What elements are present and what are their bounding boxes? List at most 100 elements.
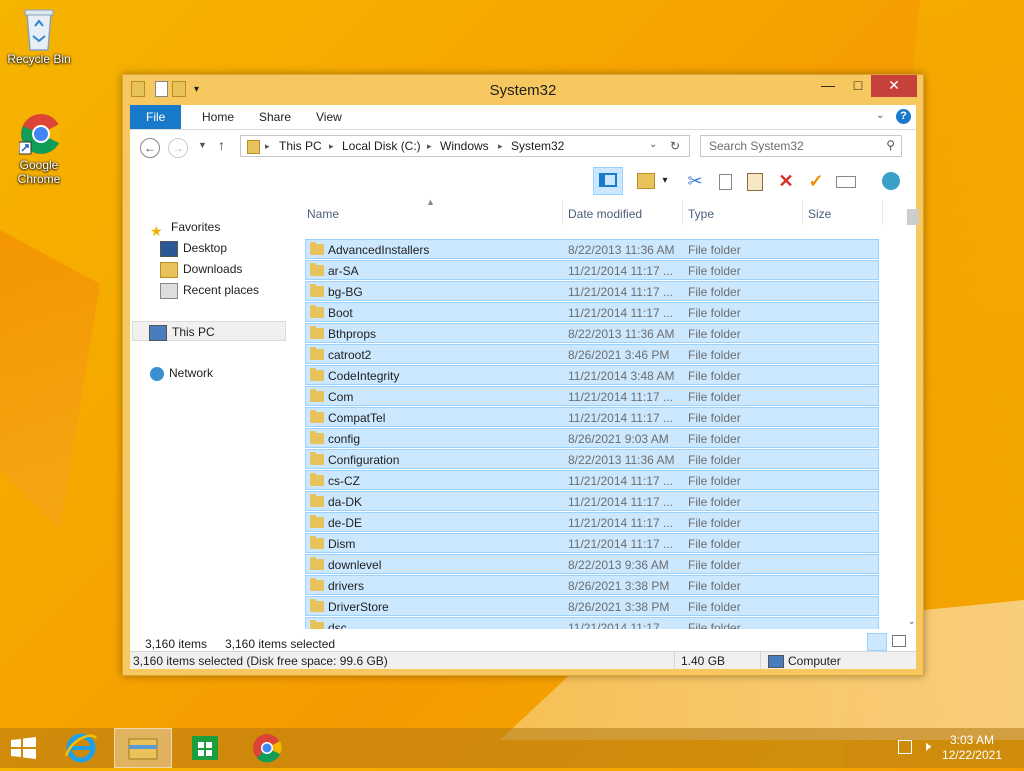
table-row[interactable]: da-DK 11/21/2014 11:17 ... File folder xyxy=(305,491,879,511)
selection-summary: 3,160 items selected (Disk free space: 9… xyxy=(133,654,388,668)
cut-icon[interactable]: ✂ xyxy=(682,169,708,193)
file-date: 11/21/2014 11:17 ... xyxy=(568,621,673,629)
network-tray-icon[interactable] xyxy=(898,740,912,754)
copy-icon[interactable] xyxy=(712,169,738,193)
column-header-size[interactable]: Size xyxy=(808,207,831,221)
tab-file[interactable]: File xyxy=(130,105,182,129)
chevron-right-icon[interactable]: ▸ xyxy=(265,141,270,152)
maximize-button[interactable]: □ xyxy=(843,75,873,97)
title-bar[interactable]: ▾ System32 — □ ✕ xyxy=(123,75,923,105)
table-row[interactable]: config 8/26/2021 9:03 AM File folder xyxy=(305,428,879,448)
folder-icon xyxy=(310,368,324,381)
table-row[interactable]: cs-CZ 11/21/2014 11:17 ... File folder xyxy=(305,470,879,490)
properties-folder-icon[interactable] xyxy=(633,169,659,193)
chrome-taskbar[interactable] xyxy=(238,728,296,768)
internet-explorer-taskbar[interactable] xyxy=(52,728,110,768)
chevron-down-icon[interactable]: ⌄ xyxy=(649,139,657,150)
column-separator[interactable] xyxy=(682,201,683,225)
preview-pane-button[interactable] xyxy=(593,167,623,195)
folder-icon xyxy=(247,140,260,154)
table-row[interactable]: dsc 11/21/2014 11:17 ... File folder xyxy=(305,617,879,629)
recent-locations-icon[interactable]: ▼ xyxy=(198,140,207,150)
nav-recent-places[interactable]: Recent places xyxy=(160,280,259,300)
breadcrumb-local-disk[interactable]: Local Disk (C:) xyxy=(342,139,421,153)
expand-ribbon-icon[interactable]: ⌄ xyxy=(876,110,884,121)
table-row[interactable]: bg-BG 11/21/2014 11:17 ... File folder xyxy=(305,281,879,301)
table-row[interactable]: ar-SA 11/21/2014 11:17 ... File folder xyxy=(305,260,879,280)
column-separator[interactable] xyxy=(802,201,803,225)
column-header-type[interactable]: Type xyxy=(688,207,714,221)
table-row[interactable]: Com 11/21/2014 11:17 ... File folder xyxy=(305,386,879,406)
paste-icon[interactable] xyxy=(742,169,768,193)
chevron-right-icon[interactable]: ▸ xyxy=(427,141,432,152)
up-button[interactable]: ↑ xyxy=(218,137,225,153)
chevron-down-icon[interactable]: ▾ xyxy=(658,169,672,193)
tab-share[interactable]: Share xyxy=(245,105,305,129)
desktop-icon-recycle-bin[interactable]: Recycle Bin xyxy=(4,6,74,66)
close-button[interactable]: ✕ xyxy=(871,75,917,97)
start-button[interactable] xyxy=(0,728,58,768)
table-row[interactable]: downlevel 8/22/2013 9:36 AM File folder xyxy=(305,554,879,574)
breadcrumb-system32[interactable]: System32 xyxy=(511,139,564,153)
folder-icon xyxy=(310,494,324,507)
table-row[interactable]: DriverStore 8/26/2021 3:38 PM File folder xyxy=(305,596,879,616)
clock-time: 3:03 AM xyxy=(949,733,994,747)
back-button[interactable]: ← xyxy=(140,138,160,158)
desktop-icon-google-chrome[interactable]: Google Chrome xyxy=(4,112,74,186)
table-row[interactable]: de-DE 11/21/2014 11:17 ... File folder xyxy=(305,512,879,532)
column-header-date[interactable]: Date modified xyxy=(568,207,642,221)
table-row[interactable]: CodeIntegrity 11/21/2014 3:48 AM File fold… xyxy=(305,365,879,385)
file-date: 11/21/2014 11:17 ... xyxy=(568,495,673,509)
folder-icon xyxy=(310,557,324,570)
help-icon[interactable]: ? xyxy=(896,109,911,124)
address-bar[interactable]: ▸ This PC ▸ Local Disk (C:) ▸ Windows ▸ … xyxy=(240,135,690,157)
nav-downloads[interactable]: Downloads xyxy=(160,259,242,279)
store-taskbar[interactable] xyxy=(176,728,234,768)
file-name: de-DE xyxy=(328,516,363,530)
scroll-down-icon[interactable]: ⌄ xyxy=(908,616,916,627)
scrollbar-thumb[interactable] xyxy=(907,209,919,225)
refresh-icon[interactable]: ↻ xyxy=(670,139,680,153)
search-placeholder: Search System32 xyxy=(709,139,804,153)
search-input[interactable]: Search System32 ⚲ xyxy=(700,135,902,157)
search-icon[interactable]: ⚲ xyxy=(886,138,895,152)
globe-icon[interactable] xyxy=(878,169,904,193)
folder-icon xyxy=(310,347,324,360)
breadcrumb-this-pc[interactable]: This PC xyxy=(279,139,322,153)
table-row[interactable]: Boot 11/21/2014 11:17 ... File folder xyxy=(305,302,879,322)
wallpaper-shape xyxy=(0,230,100,530)
rename-icon[interactable] xyxy=(833,169,859,193)
tab-home[interactable]: Home xyxy=(188,105,248,129)
chevron-right-icon[interactable]: ▸ xyxy=(329,141,334,152)
nav-this-pc[interactable]: This PC xyxy=(132,321,286,341)
delete-icon[interactable]: ✕ xyxy=(773,169,799,193)
file-type: File folder xyxy=(688,243,741,257)
table-row[interactable]: drivers 8/26/2021 3:38 PM File folder xyxy=(305,575,879,595)
table-row[interactable]: catroot2 8/26/2021 3:46 PM File folder xyxy=(305,344,879,364)
chevron-right-icon[interactable]: ▸ xyxy=(498,141,503,152)
column-header-name[interactable]: Name xyxy=(307,207,339,221)
breadcrumb-windows[interactable]: Windows xyxy=(440,139,489,153)
details-view-icon[interactable] xyxy=(867,633,887,651)
volume-muted-icon[interactable]: 🕨 xyxy=(922,738,931,755)
table-row[interactable]: CompatTel 11/21/2014 11:17 ... File folder xyxy=(305,407,879,427)
nav-favorites[interactable]: ★ Favorites xyxy=(150,217,220,239)
nav-network[interactable]: Network xyxy=(150,363,213,383)
table-row[interactable]: Configuration 8/22/2013 11:36 AM File fold… xyxy=(305,449,879,469)
vertical-scrollbar[interactable]: ⌄ xyxy=(906,197,919,629)
table-row[interactable]: AdvancedInstallers 8/22/2013 11:36 AM File… xyxy=(305,239,879,259)
minimize-button[interactable]: — xyxy=(813,75,843,97)
table-row[interactable]: Dism 11/21/2014 11:17 ... File folder xyxy=(305,533,879,553)
tab-view[interactable]: View xyxy=(302,105,356,129)
file-explorer-taskbar[interactable] xyxy=(114,728,172,768)
file-name: catroot2 xyxy=(328,348,372,362)
file-date: 8/26/2021 3:46 PM xyxy=(568,348,670,362)
column-separator[interactable] xyxy=(882,201,883,225)
table-row[interactable]: Bthprops 8/22/2013 11:36 AM File folder xyxy=(305,323,879,343)
nav-desktop[interactable]: Desktop xyxy=(160,238,227,258)
column-separator[interactable] xyxy=(562,201,563,225)
large-icons-view-icon[interactable] xyxy=(892,635,906,647)
forward-button[interactable]: → xyxy=(168,138,188,158)
rename-check-icon[interactable]: ✓ xyxy=(803,169,829,193)
system-clock[interactable]: 3:03 AM 12/22/2021 xyxy=(942,733,1002,763)
